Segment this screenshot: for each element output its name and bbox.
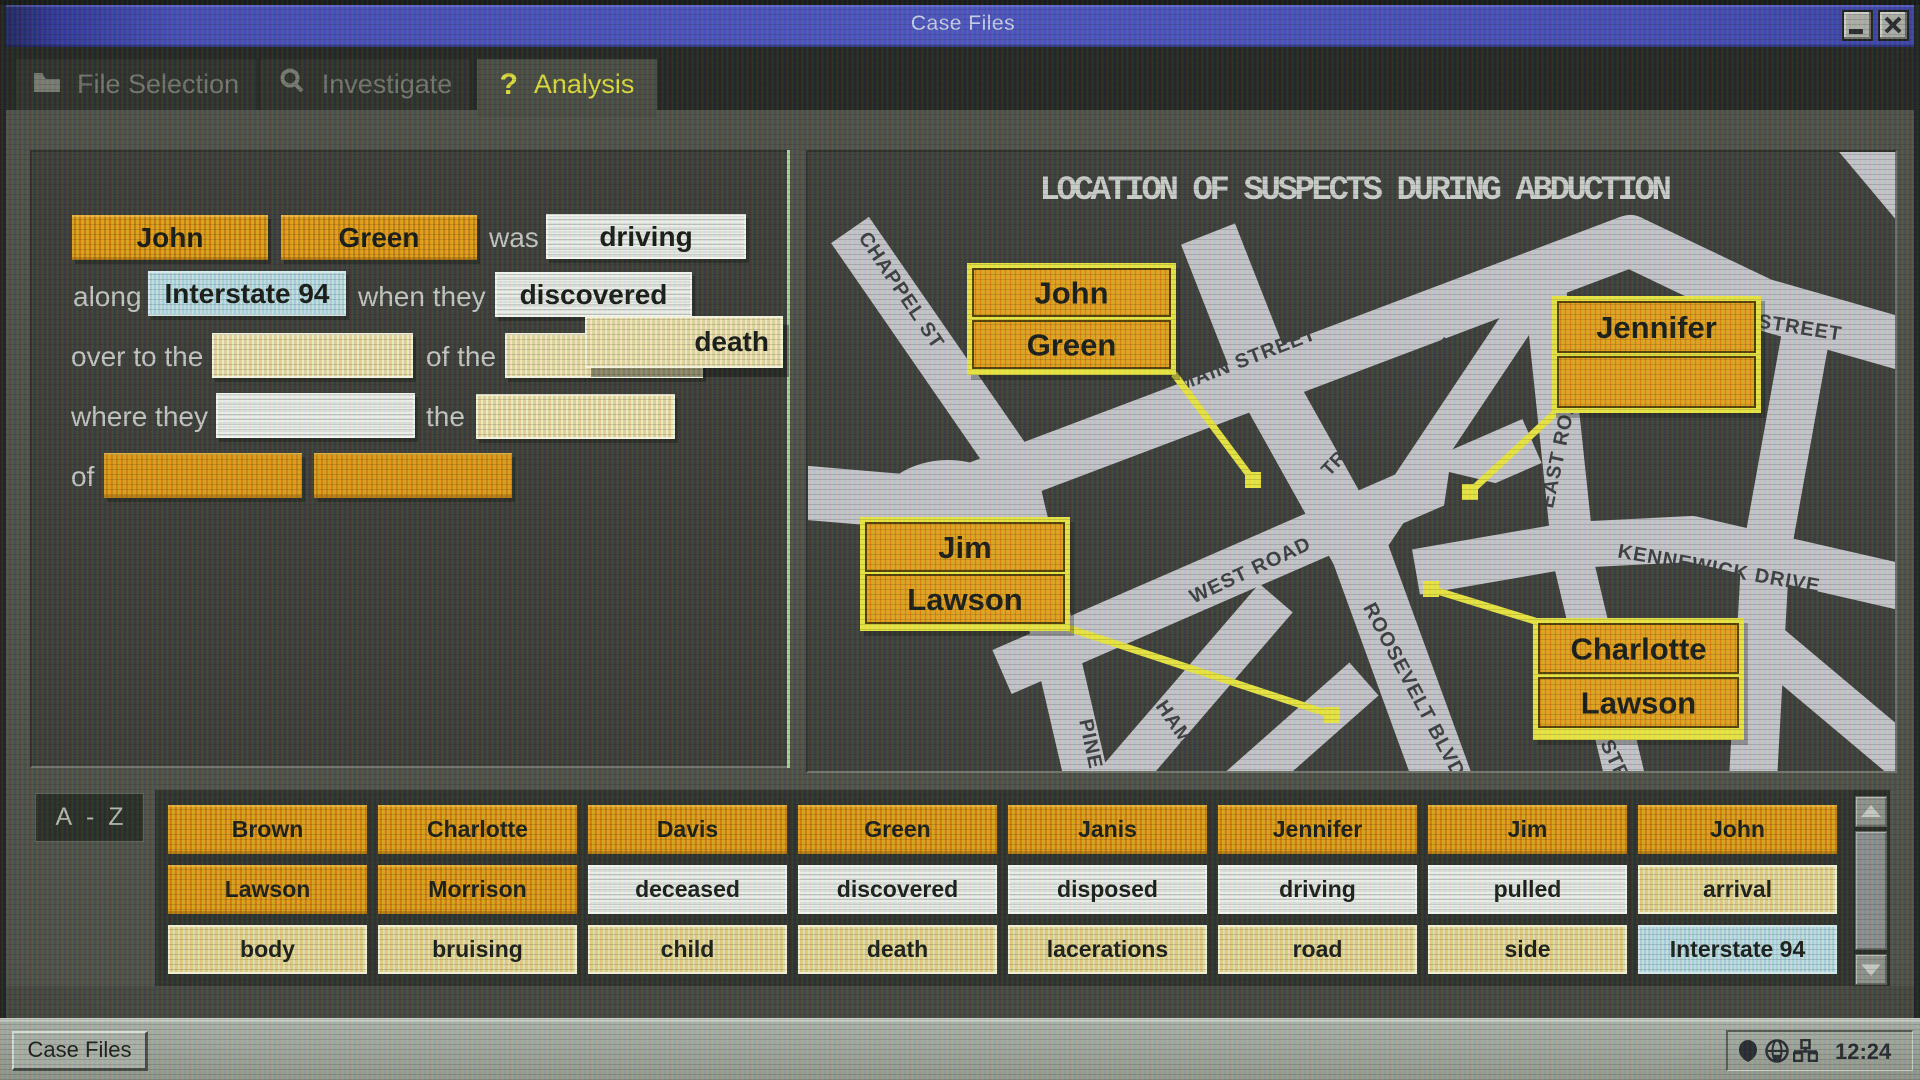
svg-text:Lawson: Lawson [907, 582, 1022, 617]
svg-text:Lawson: Lawson [1581, 686, 1696, 721]
svg-text:Green: Green [1027, 328, 1117, 363]
svg-text:Jim: Jim [938, 530, 991, 565]
svg-text:Charlotte: Charlotte [1570, 632, 1706, 667]
svg-text:LOCATION OF SUSPECTS DURING AB: LOCATION OF SUSPECTS DURING ABDUCTION [1039, 172, 1670, 210]
svg-text:John: John [1034, 276, 1108, 311]
svg-text:Jennifer: Jennifer [1596, 310, 1717, 345]
